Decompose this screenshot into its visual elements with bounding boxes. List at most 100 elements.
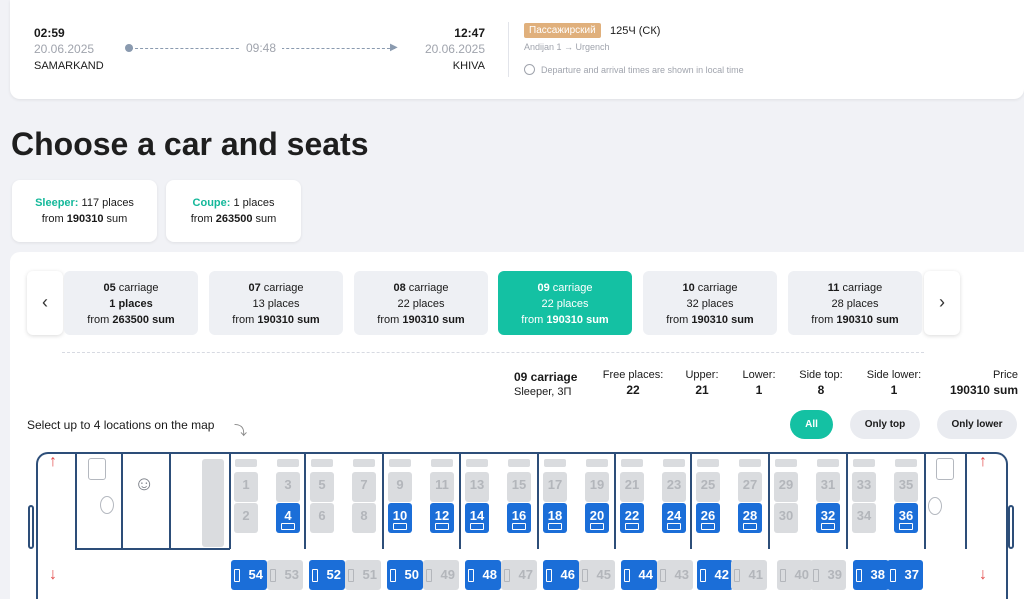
carriage-price: 190310 sum bbox=[691, 314, 754, 326]
carriage-number: 11 bbox=[827, 282, 840, 294]
departure-time: 02:59 bbox=[34, 26, 65, 40]
divider bbox=[62, 352, 924, 353]
carriage-word: carriage bbox=[118, 282, 159, 294]
page-title: Choose a car and seats bbox=[11, 126, 369, 162]
carriage-card-10[interactable]: 10 carriage 32 places from 190310 sum bbox=[643, 271, 777, 335]
pillow bbox=[663, 459, 685, 467]
seat-side[interactable]: 52 bbox=[309, 560, 345, 590]
seat-side[interactable]: 46 bbox=[543, 560, 579, 590]
exit-arrow-icon: ↑ bbox=[49, 453, 57, 470]
seat-side: 40 bbox=[777, 560, 813, 590]
compartment-divider bbox=[768, 454, 770, 549]
seat-side[interactable]: 38 bbox=[853, 560, 889, 590]
carousel-next-button[interactable]: › bbox=[924, 271, 960, 335]
seat-lower[interactable]: 14 bbox=[465, 503, 489, 533]
seat-side[interactable]: 37 bbox=[887, 560, 923, 590]
filter-all-button[interactable]: All bbox=[790, 410, 833, 439]
currency: sum bbox=[255, 213, 277, 225]
coupling-left bbox=[28, 505, 34, 549]
pillow bbox=[621, 459, 643, 467]
seat-lower[interactable]: 36 bbox=[894, 503, 918, 533]
from-label: from bbox=[41, 213, 64, 225]
carriage-places: 32 places bbox=[686, 298, 734, 310]
seat-side[interactable]: 54 bbox=[231, 560, 267, 590]
filter-only-lower-button[interactable]: Only lower bbox=[937, 410, 1017, 439]
compartment-divider bbox=[537, 454, 539, 549]
seat-lower[interactable]: 18 bbox=[543, 503, 567, 533]
toilet-icon bbox=[88, 458, 106, 480]
lower-value: 1 bbox=[755, 383, 763, 397]
seat-lower[interactable]: 16 bbox=[507, 503, 531, 533]
divider bbox=[508, 22, 509, 77]
seat-side[interactable]: 44 bbox=[621, 560, 657, 590]
seat-lower[interactable]: 4 bbox=[276, 503, 300, 533]
seat-upper: 7 bbox=[352, 472, 376, 502]
seat-upper: 15 bbox=[507, 472, 531, 502]
side-top-value: 8 bbox=[817, 383, 825, 397]
currency: sum bbox=[106, 213, 128, 225]
seat-lower[interactable]: 26 bbox=[696, 503, 720, 533]
carriage-card-11[interactable]: 11 carriage 28 places from 190310 sum bbox=[788, 271, 922, 335]
departure-date: 20.06.2025 bbox=[34, 42, 95, 56]
carriage-card-05[interactable]: 05 carriage 1 places from 263500 sum bbox=[64, 271, 198, 335]
pillow bbox=[508, 459, 530, 467]
seat-lower[interactable]: 12 bbox=[430, 503, 454, 533]
pillow bbox=[586, 459, 608, 467]
from-label: from bbox=[811, 314, 834, 326]
seat-lower[interactable]: 28 bbox=[738, 503, 762, 533]
pillow bbox=[544, 459, 566, 467]
seat-upper: 33 bbox=[852, 472, 876, 502]
washbasin-icon bbox=[928, 497, 942, 515]
seat-upper: 35 bbox=[894, 472, 918, 502]
route-arrow-icon: ▶ bbox=[390, 42, 398, 53]
carriage-card-09[interactable]: 09 carriage 22 places from 190310 sum bbox=[498, 271, 632, 335]
wall bbox=[965, 454, 967, 549]
seat-upper: 31 bbox=[816, 472, 840, 502]
carriage-price: 190310 sum bbox=[546, 314, 609, 326]
carriage-card-07[interactable]: 07 carriage 13 places from 190310 sum bbox=[209, 271, 343, 335]
seat-upper: 3 bbox=[276, 472, 300, 502]
free-places-label: Free places: bbox=[602, 369, 664, 381]
carousel-prev-button[interactable]: ‹ bbox=[27, 271, 63, 335]
carriage-places: 13 places bbox=[252, 298, 300, 310]
wall bbox=[121, 454, 123, 549]
chevron-right-icon: › bbox=[939, 292, 945, 312]
side-top-label: Side top: bbox=[799, 369, 843, 381]
seat-lower[interactable]: 24 bbox=[662, 503, 686, 533]
seat-selection-hint: Select up to 4 locations on the map bbox=[27, 418, 215, 432]
carriage-word: carriage bbox=[697, 282, 738, 294]
carriage-number: 05 bbox=[103, 282, 116, 294]
pillow bbox=[235, 459, 257, 467]
seat-side: 47 bbox=[501, 560, 537, 590]
seat-side[interactable]: 42 bbox=[697, 560, 733, 590]
wall bbox=[924, 454, 926, 549]
seat-upper: 29 bbox=[774, 472, 798, 502]
train-route: Andijan 1 → Urgench bbox=[524, 42, 610, 52]
train-number: 125Ч (СК) bbox=[610, 25, 661, 37]
filter-only-top-button[interactable]: Only top bbox=[850, 410, 920, 439]
compartment-divider bbox=[614, 454, 616, 549]
seat-upper: 17 bbox=[543, 472, 567, 502]
exit-arrow-icon: ↓ bbox=[49, 566, 57, 583]
class-card-coupe[interactable]: Coupe: 1 places from 263500 sum bbox=[166, 180, 301, 242]
seat-side[interactable]: 50 bbox=[387, 560, 423, 590]
compartment-divider bbox=[382, 454, 384, 549]
carriage-places: 22 places bbox=[397, 298, 445, 310]
seat-side[interactable]: 48 bbox=[465, 560, 501, 590]
carriage-card-08[interactable]: 08 carriage 22 places from 190310 sum bbox=[354, 271, 488, 335]
seat-upper: 1 bbox=[234, 472, 258, 502]
clock-icon bbox=[524, 64, 535, 75]
seat-lower[interactable]: 32 bbox=[816, 503, 840, 533]
seat-lower[interactable]: 22 bbox=[620, 503, 644, 533]
seat-lower[interactable]: 20 bbox=[585, 503, 609, 533]
class-card-sleeper[interactable]: Sleeper: 117 places from 190310 sum bbox=[12, 180, 157, 242]
seat-lower[interactable]: 10 bbox=[388, 503, 412, 533]
free-places-value: 22 bbox=[626, 383, 640, 397]
seat-upper: 25 bbox=[696, 472, 720, 502]
seat-upper: 19 bbox=[585, 472, 609, 502]
seat-side: 43 bbox=[657, 560, 693, 590]
from-label: from bbox=[521, 314, 544, 326]
from-label: from bbox=[232, 314, 255, 326]
seat-lower: 30 bbox=[774, 503, 798, 533]
seat-upper: 21 bbox=[620, 472, 644, 502]
